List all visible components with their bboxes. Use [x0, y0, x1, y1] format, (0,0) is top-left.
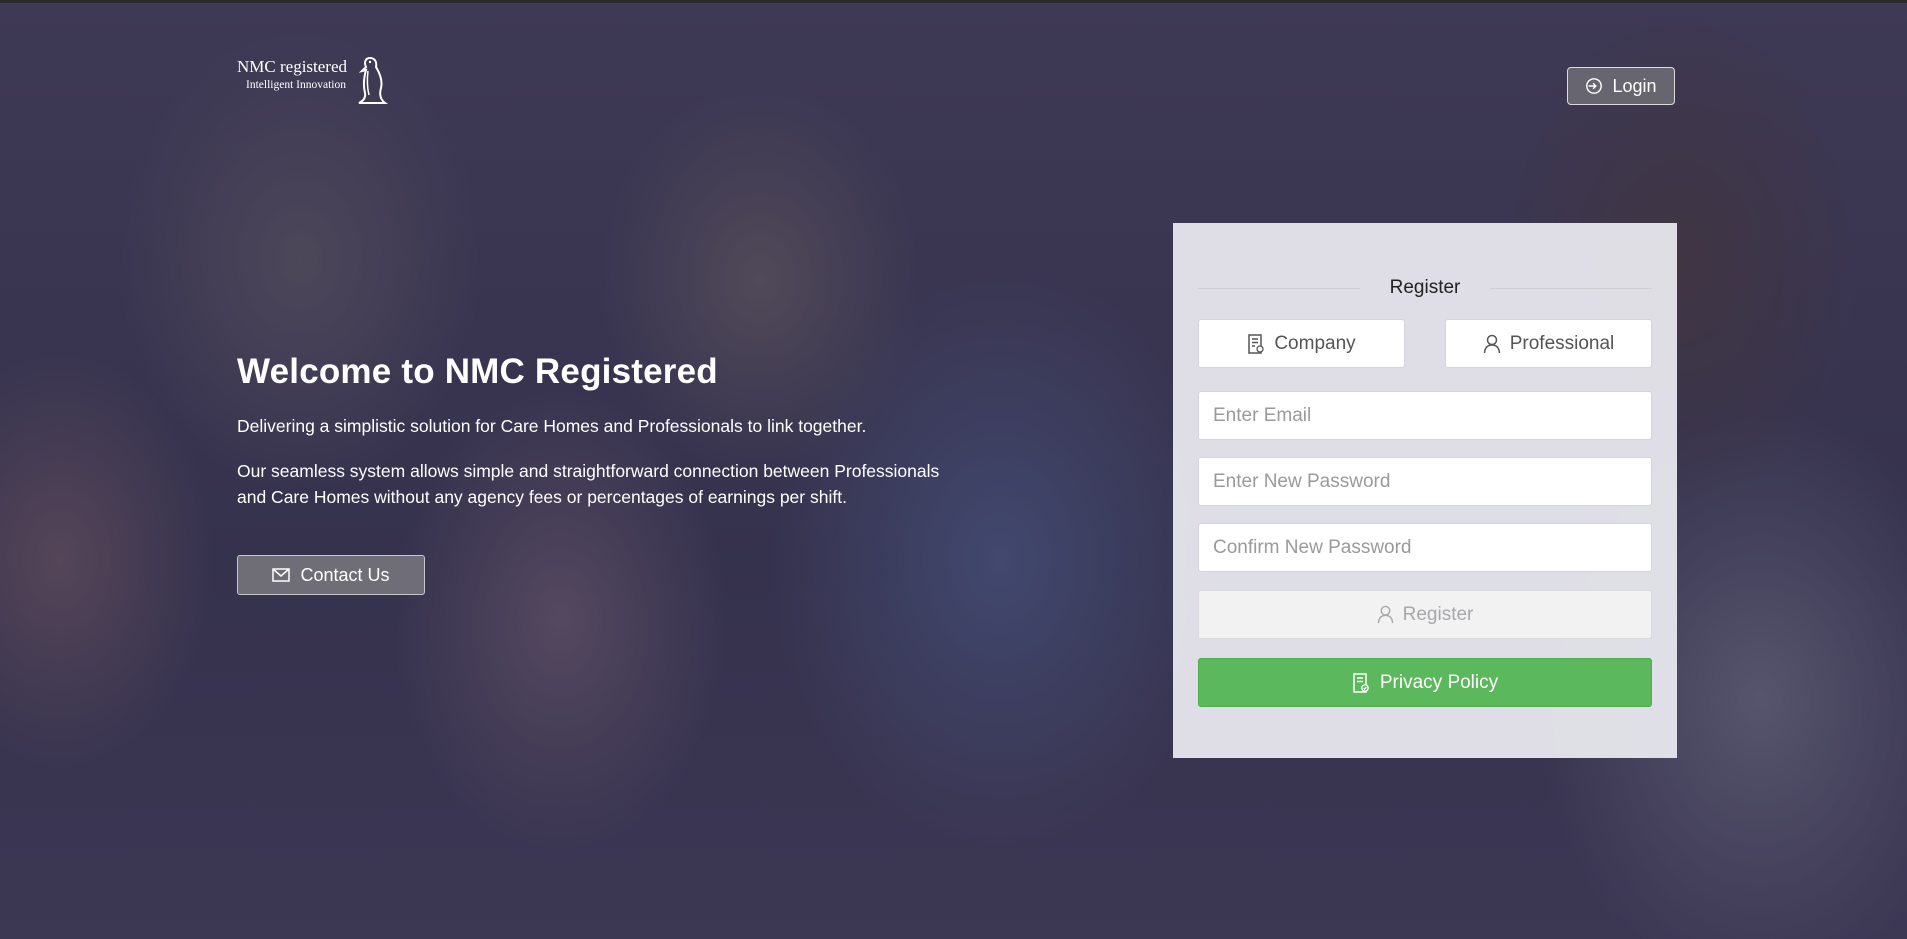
- divider-right: [1490, 287, 1652, 289]
- building-icon: [1247, 333, 1265, 354]
- login-label: Login: [1612, 75, 1657, 96]
- register-heading: Register: [1198, 273, 1652, 303]
- hero-title: Welcome to NMC Registered: [237, 352, 718, 391]
- brand-name: NMC registered: [237, 57, 348, 76]
- contact-us-button[interactable]: Contact Us: [237, 555, 425, 595]
- register-button-label: Register: [1402, 603, 1474, 625]
- email-field[interactable]: [1198, 391, 1652, 440]
- login-icon: [1585, 77, 1603, 95]
- document-check-icon: [1352, 672, 1370, 693]
- professional-type-button[interactable]: Professional: [1445, 319, 1652, 368]
- professional-type-label: Professional: [1509, 332, 1615, 354]
- divider-left: [1198, 287, 1360, 289]
- new-password-field[interactable]: [1198, 457, 1652, 506]
- user-icon: [1377, 605, 1394, 624]
- brand-logo[interactable]: NMC registered Intelligent Innovation: [237, 55, 392, 105]
- penguin-icon: [358, 56, 388, 104]
- privacy-policy-label: Privacy Policy: [1379, 671, 1499, 693]
- user-icon: [1483, 334, 1501, 354]
- company-type-label: Company: [1274, 332, 1356, 354]
- register-button[interactable]: Register: [1198, 590, 1652, 639]
- hero-section: Welcome to NMC Registered Delivering a s…: [237, 352, 977, 510]
- hero-description: Our seamless system allows simple and st…: [237, 461, 940, 507]
- register-title: Register: [1389, 277, 1461, 298]
- contact-us-label: Contact Us: [300, 564, 390, 585]
- mail-icon: [272, 568, 291, 582]
- top-border: [0, 0, 1907, 3]
- register-card: Register Company Professional Register P…: [1173, 223, 1677, 758]
- login-button[interactable]: Login: [1567, 67, 1675, 105]
- confirm-password-field[interactable]: [1198, 523, 1652, 572]
- privacy-policy-button[interactable]: Privacy Policy: [1198, 658, 1652, 707]
- brand-tagline: Intelligent Innovation: [246, 79, 346, 91]
- hero-subtitle: Delivering a simplistic solution for Car…: [237, 416, 867, 436]
- company-type-button[interactable]: Company: [1198, 319, 1405, 368]
